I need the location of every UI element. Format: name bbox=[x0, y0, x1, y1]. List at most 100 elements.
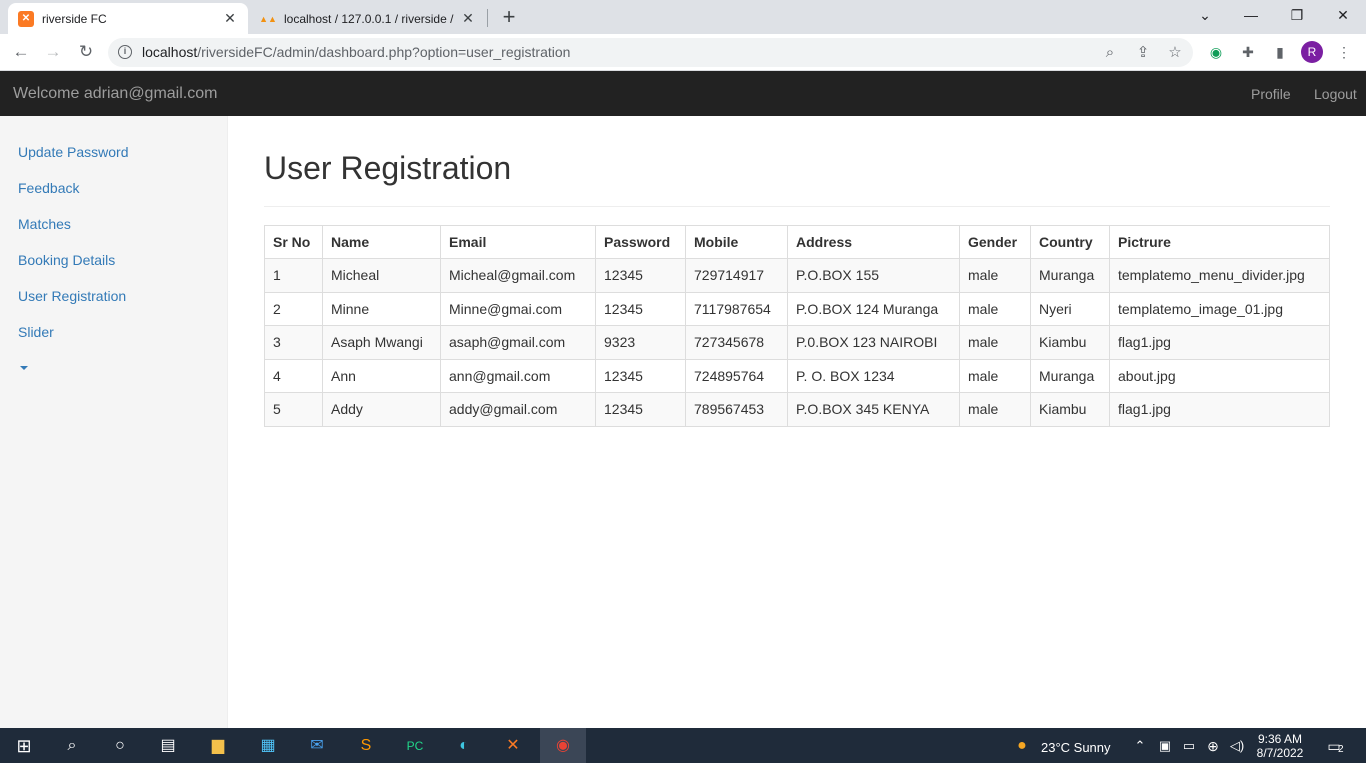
column-header: Pictrure bbox=[1109, 225, 1330, 259]
table-row: 1 Micheal Micheal@gmail.com 12345 729714… bbox=[264, 258, 1330, 293]
cell-password: 12345 bbox=[595, 358, 686, 393]
cell-address: P.O.BOX 345 KENYA bbox=[787, 392, 960, 427]
cell-country: Muranga bbox=[1030, 358, 1110, 393]
table-row: 2 Minne Minne@gmai.com 12345 7117987654 … bbox=[264, 291, 1330, 326]
windows-start-icon[interactable]: ⊞ bbox=[12, 734, 36, 758]
restore-button[interactable]: ❐ bbox=[1274, 0, 1320, 30]
pycharm-icon[interactable]: PC bbox=[403, 734, 427, 758]
sublime-text-icon[interactable]: S bbox=[354, 734, 378, 758]
close-icon[interactable]: ✕ bbox=[222, 10, 238, 27]
extension-icon[interactable]: ◉ bbox=[1206, 42, 1226, 62]
chrome-icon[interactable]: ◉ bbox=[551, 734, 575, 758]
column-header: Name bbox=[322, 225, 441, 259]
file-explorer-icon[interactable]: ▆ bbox=[206, 734, 230, 758]
cortana-icon[interactable]: ○ bbox=[108, 734, 132, 758]
side-panel-icon[interactable]: ▮ bbox=[1270, 42, 1290, 62]
cell-mobile: 724895764 bbox=[685, 358, 788, 393]
menu-kebab-icon[interactable]: ⋮ bbox=[1334, 42, 1354, 62]
puzzle-extensions-icon[interactable]: ✚ bbox=[1238, 42, 1258, 62]
tab-riverside-fc[interactable]: ✕ riverside FC ✕ bbox=[8, 3, 248, 34]
table-row: 5 Addy addy@gmail.com 12345 789567453 P.… bbox=[264, 392, 1330, 427]
column-header: Address bbox=[787, 225, 960, 259]
column-header: Email bbox=[440, 225, 596, 259]
cell-address: P.O.BOX 124 Muranga bbox=[787, 291, 960, 326]
cell-address: P.O.BOX 155 bbox=[787, 258, 960, 293]
zoom-icon[interactable]: ⌕ bbox=[1101, 44, 1119, 62]
edge-icon[interactable]: ◐ bbox=[452, 734, 476, 758]
weather-text[interactable]: 23°C Sunny bbox=[1041, 740, 1111, 755]
cell-password: 12345 bbox=[595, 392, 686, 427]
logout-link[interactable]: Logout bbox=[1314, 86, 1357, 102]
sidebar-item-slider[interactable]: Slider bbox=[18, 324, 54, 340]
volume-icon[interactable]: ◁) bbox=[1225, 734, 1249, 758]
cell-password: 9323 bbox=[595, 325, 686, 360]
column-header: Mobile bbox=[685, 225, 788, 259]
task-view-icon[interactable]: ▤ bbox=[156, 734, 180, 758]
welcome-brand[interactable]: Welcome adrian@gmail.com bbox=[13, 85, 217, 103]
cell-country: Nyeri bbox=[1030, 291, 1110, 326]
close-window-button[interactable]: ✕ bbox=[1320, 0, 1366, 30]
xampp-taskbar-icon[interactable]: ✕ bbox=[501, 734, 525, 758]
microsoft-store-icon[interactable]: ▦ bbox=[256, 734, 280, 758]
back-icon[interactable]: ← bbox=[9, 40, 33, 64]
cell-sr-no: 3 bbox=[264, 325, 323, 360]
cell-name: Asaph Mwangi bbox=[322, 325, 441, 360]
cell-country: Muranga bbox=[1030, 258, 1110, 293]
sidebar-item-feedback[interactable]: Feedback bbox=[18, 180, 79, 196]
url-text[interactable]: localhost/riversideFC/admin/dashboard.ph… bbox=[142, 44, 570, 60]
notification-count: 2 bbox=[1338, 744, 1344, 755]
cell-picture: templatemo_menu_divider.jpg bbox=[1109, 258, 1330, 293]
weather-sun-icon[interactable]: ● bbox=[1010, 734, 1034, 758]
address-bar[interactable]: i localhost/riversideFC/admin/dashboard.… bbox=[108, 38, 1193, 67]
search-icon[interactable]: ⌕ bbox=[60, 734, 84, 758]
site-info-icon[interactable]: i bbox=[118, 45, 132, 59]
system-clock[interactable]: 9:36 AM 8/7/2022 bbox=[1250, 732, 1310, 760]
sidebar-item-booking-details[interactable]: Booking Details bbox=[18, 252, 115, 268]
cell-mobile: 7117987654 bbox=[685, 291, 788, 326]
close-icon[interactable]: ✕ bbox=[460, 10, 476, 27]
sidebar-item-user-registration[interactable]: User Registration bbox=[18, 288, 126, 304]
share-icon[interactable]: ⇪ bbox=[1134, 44, 1152, 62]
browser-toolbar: ← → ↻ i localhost/riversideFC/admin/dash… bbox=[0, 34, 1366, 71]
new-tab-button[interactable]: + bbox=[498, 5, 520, 29]
forward-icon[interactable]: → bbox=[41, 40, 65, 64]
dropdown-caret-icon[interactable] bbox=[20, 366, 28, 370]
reload-icon[interactable]: ↻ bbox=[74, 40, 98, 64]
cell-email: Minne@gmai.com bbox=[440, 291, 596, 326]
tray-chevron-up-icon[interactable]: ⌃ bbox=[1128, 734, 1152, 758]
network-globe-icon[interactable]: ⊕ bbox=[1201, 734, 1225, 758]
mail-icon[interactable]: ✉ bbox=[305, 734, 329, 758]
tab-title: localhost / 127.0.0.1 / riverside / bbox=[284, 11, 454, 26]
cell-gender: male bbox=[959, 258, 1031, 293]
windows-taskbar: ⊞ ⌕ ○ ▤ ▆ ▦ ✉ S PC ◐ ✕ ◉ ● 23°C Sunny ⌃ … bbox=[0, 728, 1366, 763]
tab-separator bbox=[487, 9, 488, 27]
cell-gender: male bbox=[959, 392, 1031, 427]
sidebar-item-matches[interactable]: Matches bbox=[18, 216, 71, 232]
cell-mobile: 729714917 bbox=[685, 258, 788, 293]
minimize-button[interactable]: — bbox=[1228, 0, 1274, 30]
column-header: Gender bbox=[959, 225, 1031, 259]
cell-password: 12345 bbox=[595, 258, 686, 293]
browser-tab-bar: ✕ riverside FC ✕ ▲▲ localhost / 127.0.0.… bbox=[0, 0, 1366, 34]
tab-search-icon[interactable]: ⌄ bbox=[1182, 0, 1228, 30]
profile-avatar[interactable]: R bbox=[1301, 41, 1323, 63]
cell-email: ann@gmail.com bbox=[440, 358, 596, 393]
cell-gender: male bbox=[959, 291, 1031, 326]
cell-country: Kiambu bbox=[1030, 392, 1110, 427]
cell-email: asaph@gmail.com bbox=[440, 325, 596, 360]
clock-time: 9:36 AM bbox=[1257, 732, 1303, 746]
cell-email: Micheal@gmail.com bbox=[440, 258, 596, 293]
table-row: 4 Ann ann@gmail.com 12345 724895764 P. O… bbox=[264, 358, 1330, 393]
cell-picture: about.jpg bbox=[1109, 358, 1330, 393]
cell-gender: male bbox=[959, 325, 1031, 360]
battery-icon[interactable]: ▭ bbox=[1177, 734, 1201, 758]
sidebar-item-update-password[interactable]: Update Password bbox=[18, 144, 129, 160]
bookmark-star-icon[interactable]: ☆ bbox=[1166, 44, 1184, 62]
cell-mobile: 727345678 bbox=[685, 325, 788, 360]
cell-name: Micheal bbox=[322, 258, 441, 293]
app-navbar: Welcome adrian@gmail.com Profile Logout bbox=[0, 71, 1366, 116]
tab-phpmyadmin[interactable]: ▲▲ localhost / 127.0.0.1 / riverside / ✕ bbox=[250, 3, 486, 34]
meet-now-icon[interactable]: ▣ bbox=[1153, 734, 1177, 758]
profile-link[interactable]: Profile bbox=[1251, 86, 1291, 102]
cell-name: Minne bbox=[322, 291, 441, 326]
